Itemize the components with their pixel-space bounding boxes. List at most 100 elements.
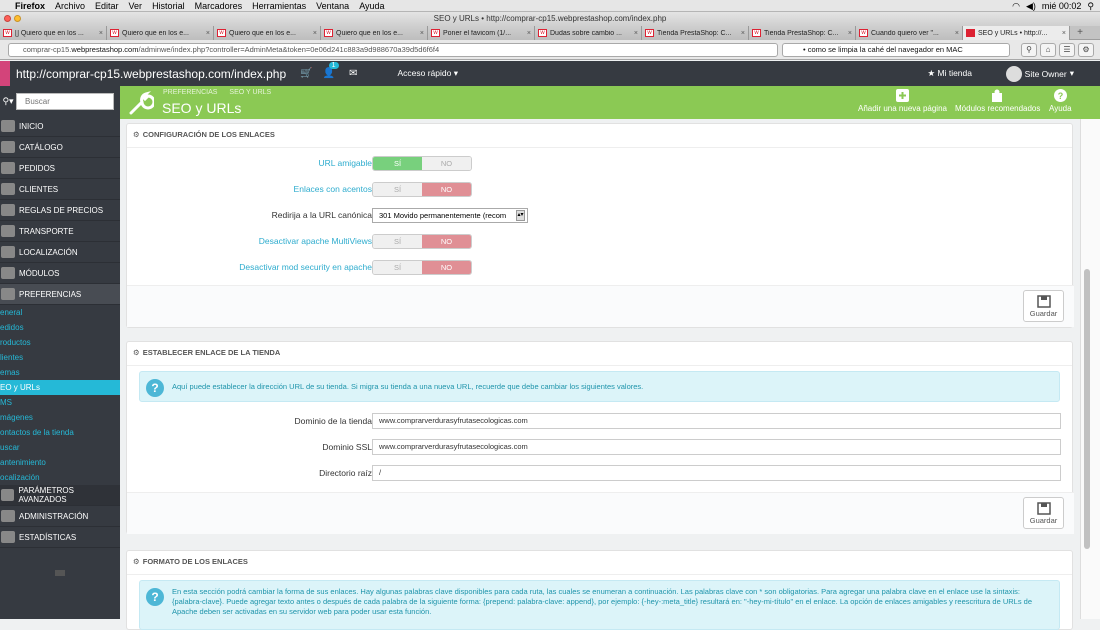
browser-tab[interactable]: w Quiero que en los e... × — [107, 26, 214, 40]
breadcrumb-item[interactable]: PREFERENCIAS — [163, 89, 217, 96]
menu-ventana[interactable]: Ventana — [311, 1, 354, 11]
submenu-pedidos[interactable]: edidos — [0, 320, 120, 335]
submenu-cms[interactable]: MS — [0, 395, 120, 410]
sidebar-item-administracion[interactable]: ADMINISTRACIÓN — [0, 506, 120, 527]
submenu-temas[interactable]: emas — [0, 365, 120, 380]
submenu-productos[interactable]: roductos — [0, 335, 120, 350]
toggle-no[interactable]: NO — [422, 261, 471, 274]
recommended-modules-button[interactable]: Módulos recomendados — [955, 89, 1040, 113]
page-scrollbar[interactable] — [1080, 119, 1100, 619]
domain-input[interactable]: www.comprarverdurasyfrutasecologicas.com — [372, 413, 1061, 429]
mail-icon[interactable]: ✉ — [349, 68, 357, 79]
submenu-contactos[interactable]: ontactos de la tienda — [0, 425, 120, 440]
browser-tab[interactable]: w[] Quiero que en los ... × — [0, 26, 107, 40]
browser-tab[interactable]: w Tienda PrestaShop: C... × — [642, 26, 749, 40]
close-window-button[interactable] — [4, 15, 11, 22]
sidebar-item-parametros[interactable]: PARÁMETROS AVANZADOS — [0, 485, 120, 506]
close-tab-icon[interactable]: × — [206, 30, 210, 37]
bookmarks-icon[interactable]: ☰ — [1059, 43, 1075, 57]
search-icon[interactable]: ⚲▾ — [0, 96, 16, 107]
sidebar-item-transporte[interactable]: TRANSPORTE — [0, 221, 120, 242]
close-tab-icon[interactable]: × — [634, 30, 638, 37]
friendly-url-toggle[interactable]: SÍ NO — [372, 156, 472, 171]
browser-tab-active[interactable]: SEO y URLs • http://... × — [963, 26, 1070, 40]
spotlight-icon[interactable]: ⚲ — [1087, 1, 1094, 12]
browser-tab[interactable]: w Cuando quiero ver "... × — [856, 26, 963, 40]
root-input[interactable]: / — [372, 465, 1061, 481]
close-tab-icon[interactable]: × — [420, 30, 424, 37]
user-menu[interactable]: Site Owner ▾ — [1005, 65, 1074, 82]
sidebar-item-preferencias[interactable]: PREFERENCIAS — [0, 284, 120, 305]
close-tab-icon[interactable]: × — [313, 30, 317, 37]
submenu-general[interactable]: eneral — [0, 305, 120, 320]
address-bar[interactable]: comprar-cp15.webprestashop.com/adminwe/i… — [8, 43, 778, 57]
toggle-yes[interactable]: SÍ — [373, 261, 422, 274]
sidebar-collapse-icon[interactable] — [55, 570, 65, 576]
browser-search-input[interactable]: • como se limpia la cahé del navegador e… — [782, 43, 1010, 57]
home-icon[interactable]: ⌂ — [1040, 43, 1056, 57]
sidebar-item-clientes[interactable]: CLIENTES — [0, 179, 120, 200]
submenu-mantenimiento[interactable]: antenimiento — [0, 455, 120, 470]
accented-url-toggle[interactable]: SÍ NO — [372, 182, 472, 197]
add-page-button[interactable]: Añadir una nueva página — [858, 89, 947, 113]
close-tab-icon[interactable]: × — [99, 30, 103, 37]
extension-icon[interactable]: ⚙ — [1078, 43, 1094, 57]
close-tab-icon[interactable]: × — [955, 30, 959, 37]
menu-editar[interactable]: Editar — [90, 1, 124, 11]
submenu-clientes[interactable]: lientes — [0, 350, 120, 365]
toggle-no[interactable]: NO — [422, 183, 471, 196]
search-icon[interactable]: ⚲ — [1021, 43, 1037, 57]
my-store-link[interactable]: ★ Mi tienda — [928, 68, 973, 79]
sidebar-item-estadisticas[interactable]: ESTADÍSTICAS — [0, 527, 120, 548]
toggle-no[interactable]: NO — [422, 235, 471, 248]
browser-tab[interactable]: w Poner el favicom (1/... × — [428, 26, 535, 40]
submenu-seo-urls[interactable]: EO y URLs — [0, 380, 120, 395]
volume-icon[interactable]: ◀) — [1026, 1, 1036, 12]
multiviews-toggle[interactable]: SÍ NO — [372, 234, 472, 249]
sidebar-item-inicio[interactable]: INICIO — [0, 116, 120, 137]
menu-ayuda[interactable]: Ayuda — [354, 1, 389, 11]
modsecurity-toggle[interactable]: SÍ NO — [372, 260, 472, 275]
sidebar-item-reglas[interactable]: REGLAS DE PRECIOS — [0, 200, 120, 221]
clock[interactable]: mié 00:02 — [1042, 1, 1082, 11]
close-tab-icon[interactable]: × — [741, 30, 745, 37]
menu-firefox[interactable]: Firefox — [10, 1, 50, 11]
ssl-input[interactable]: www.comprarverdurasyfrutasecologicas.com — [372, 439, 1061, 455]
sidebar-item-localizacion[interactable]: LOCALIZACIÓN — [0, 242, 120, 263]
sidebar-item-pedidos[interactable]: PEDIDOS — [0, 158, 120, 179]
breadcrumb-item[interactable]: SEO Y URLS — [229, 89, 271, 96]
close-tab-icon[interactable]: × — [527, 30, 531, 37]
menu-historial[interactable]: Historial — [147, 1, 190, 11]
sidebar-item-modulos[interactable]: MÓDULOS — [0, 263, 120, 284]
sidebar-item-catalogo[interactable]: CATÁLOGO — [0, 137, 120, 158]
close-tab-icon[interactable]: × — [848, 30, 852, 37]
submenu-buscar[interactable]: uscar — [0, 440, 120, 455]
toggle-no[interactable]: NO — [422, 157, 471, 170]
scrollbar-thumb[interactable] — [1084, 269, 1090, 549]
menu-archivo[interactable]: Archivo — [50, 1, 90, 11]
save-button[interactable]: Guardar — [1023, 497, 1064, 529]
browser-tab[interactable]: w Tienda PrestaShop: C... × — [749, 26, 856, 40]
close-tab-icon[interactable]: × — [1062, 30, 1066, 37]
quick-access-dropdown[interactable]: Acceso rápido ▾ — [397, 68, 458, 79]
cart-icon[interactable]: 🛒 — [300, 68, 312, 79]
menu-ver[interactable]: Ver — [124, 1, 148, 11]
toggle-yes[interactable]: SÍ — [373, 157, 422, 170]
minimize-window-button[interactable] — [14, 15, 21, 22]
prestashop-logo[interactable] — [0, 61, 10, 86]
wifi-icon[interactable]: ◠ — [1012, 1, 1020, 12]
save-button[interactable]: Guardar — [1023, 290, 1064, 322]
help-button[interactable]: ? Ayuda — [1049, 89, 1072, 113]
menu-herramientas[interactable]: Herramientas — [247, 1, 311, 11]
submenu-imagenes[interactable]: mágenes — [0, 410, 120, 425]
site-url-link[interactable]: http://comprar-cp15.webprestashop.com/in… — [16, 67, 286, 81]
browser-tab[interactable]: w Quiero que en los e... × — [214, 26, 321, 40]
sidebar-search-input[interactable] — [16, 92, 114, 110]
canonical-select[interactable]: 301 Movido permanentemente (recom ▴▾ — [372, 208, 528, 223]
menu-marcadores[interactable]: Marcadores — [190, 1, 248, 11]
browser-tab[interactable]: w Dudas sobre cambio ... × — [535, 26, 642, 40]
toggle-yes[interactable]: SÍ — [373, 183, 422, 196]
submenu-geolocalizacion[interactable]: ocalización — [0, 470, 120, 485]
toggle-yes[interactable]: SÍ — [373, 235, 422, 248]
new-tab-button[interactable]: + — [1070, 26, 1090, 39]
